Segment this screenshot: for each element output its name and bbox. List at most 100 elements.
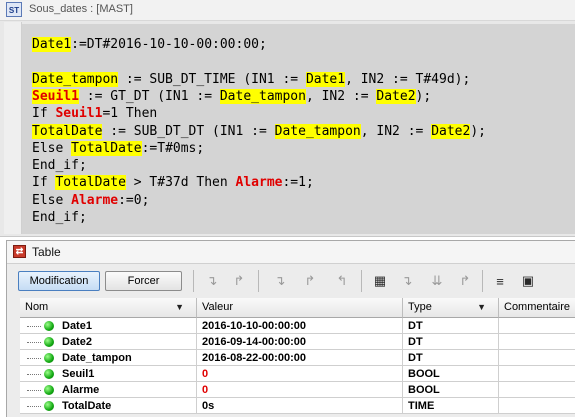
grid-view-icon[interactable]: ▦	[370, 272, 390, 290]
table-window-title: Table	[32, 245, 61, 259]
green-status-icon	[44, 321, 54, 331]
table-row[interactable]: Date2 2016-09-14-00:00:00 DT	[0, 334, 575, 350]
tree-branch	[27, 326, 41, 328]
variable-name-cell[interactable]: Date2	[20, 334, 197, 350]
column-header-commentaire[interactable]: Commentaire	[499, 298, 575, 318]
variable-table: Nom ▼ Valeur Type ▼ Commentaire Date1 201…	[0, 298, 575, 416]
column-header-valeur-label: Valeur	[202, 301, 233, 313]
column-header-type-label: Type	[408, 301, 432, 313]
code-variable-token: Date_tampon	[219, 88, 306, 104]
code-line[interactable]: End_if;	[32, 157, 87, 174]
code-text-token: := SUB_DT_DT (IN1 :=	[102, 123, 275, 139]
code-variable-token: TotalDate	[32, 123, 103, 139]
table-row[interactable]: Date_tampon 2016-08-22-00:00:00 DT	[0, 350, 575, 366]
variable-comment-cell[interactable]	[499, 318, 575, 334]
forced-bits-icon[interactable]: ⇊	[427, 272, 447, 290]
forcer-button[interactable]: Forcer	[105, 271, 182, 291]
unforce-icon[interactable]: ↰	[332, 272, 352, 290]
column-header-valeur[interactable]: Valeur	[197, 298, 403, 318]
variable-value-cell[interactable]: 2016-08-22-00:00:00	[197, 350, 403, 366]
tree-branch	[27, 374, 41, 376]
table-row[interactable]: Date1 2016-10-10-00:00:00 DT	[0, 318, 575, 334]
code-text-token: :=DT#2016-10-10-00:00:00;	[71, 37, 267, 52]
variable-name-cell[interactable]: Alarme	[20, 382, 197, 398]
variable-name-cell[interactable]: Date1	[20, 318, 197, 334]
variable-value-cell[interactable]: 0	[197, 382, 403, 398]
force-all-icon[interactable]: ↴	[397, 272, 417, 290]
code-area[interactable]: Date1:=DT#2016-10-10-00:00:00; Date_tampo…	[22, 24, 575, 234]
code-line[interactable]: Date_tampon := SUB_DT_TIME (IN1 := Date1…	[32, 71, 470, 88]
column-header-nom-label: Nom	[25, 301, 49, 313]
variable-type-cell: BOOL	[403, 366, 499, 382]
code-variable-token: TotalDate	[71, 140, 142, 156]
code-text-token: Else	[32, 192, 72, 208]
code-text-token: :=1;	[282, 175, 314, 191]
code-text-token: :=0;	[118, 192, 150, 208]
code-text-token: If	[32, 106, 56, 122]
code-text-token: , IN2 :=	[305, 88, 377, 104]
variable-name: TotalDate	[62, 400, 112, 412]
green-status-icon	[44, 353, 54, 363]
variable-name-cell[interactable]: TotalDate	[20, 398, 197, 414]
variable-type-cell: DT	[403, 334, 499, 350]
table-row[interactable]: TotalDate 0s TIME	[0, 398, 575, 414]
variable-value-cell[interactable]: 2016-10-10-00:00:00	[197, 318, 403, 334]
set-to-one-icon[interactable]: ↱	[300, 272, 320, 290]
unforce-all-icon[interactable]: ↱	[455, 272, 475, 290]
code-text-token: > T#37d Then	[125, 175, 236, 191]
code-text-token: Else	[32, 140, 72, 156]
variable-comment-cell[interactable]	[499, 350, 575, 366]
variable-name-cell[interactable]: Date_tampon	[20, 350, 197, 366]
variable-name: Alarme	[62, 384, 100, 396]
table-title-bar: ⇄ Table	[7, 241, 575, 264]
force-to-one-icon[interactable]: ↱	[229, 272, 249, 290]
code-text-token: := GT_DT (IN1 :=	[78, 88, 220, 104]
sort-down-icon[interactable]: ▼	[477, 298, 486, 317]
variable-value-cell[interactable]: 0	[197, 366, 403, 382]
variable-value-cell[interactable]: 0s	[197, 398, 403, 414]
column-header-commentaire-label: Commentaire	[504, 301, 571, 313]
animation-table-icon: ⇄	[13, 245, 26, 258]
modification-button[interactable]: Modification	[18, 271, 100, 291]
code-text-token: );	[470, 123, 486, 139]
sort-down-icon[interactable]: ▼	[175, 298, 184, 317]
code-variable-token: Seuil1	[32, 88, 79, 104]
table-row[interactable]: Seuil1 0 BOOL	[0, 366, 575, 382]
code-line[interactable]: Seuil1 := GT_DT (IN1 := Date_tampon, IN2…	[32, 88, 431, 105]
code-text-token: End_if;	[32, 210, 87, 225]
variable-value-cell[interactable]: 2016-09-14-00:00:00	[197, 334, 403, 350]
force-to-zero-icon[interactable]: ↴	[202, 272, 222, 290]
code-line[interactable]: Else TotalDate:=T#0ms;	[32, 140, 204, 157]
tree-branch	[27, 390, 41, 392]
toolbar-separator	[193, 270, 194, 292]
toolbar-separator	[482, 270, 483, 292]
code-line[interactable]: Else Alarme:=0;	[32, 192, 149, 209]
green-status-icon	[44, 401, 54, 411]
table-row[interactable]: Alarme 0 BOOL	[0, 382, 575, 398]
code-line[interactable]: End_if;	[32, 209, 87, 226]
code-line[interactable]: If TotalDate > T#37d Then Alarme:=1;	[32, 174, 314, 191]
code-variable-token: Alarme	[235, 175, 283, 191]
variable-comment-cell[interactable]	[499, 382, 575, 398]
code-variable-token: Date2	[431, 123, 471, 139]
variable-name-cell[interactable]: Seuil1	[20, 366, 197, 382]
variable-type-cell: TIME	[403, 398, 499, 414]
code-variable-token: Alarme	[71, 192, 119, 208]
variable-comment-cell[interactable]	[499, 398, 575, 414]
set-to-zero-icon[interactable]: ↴	[270, 272, 290, 290]
realtime-icon[interactable]: ▣	[518, 272, 538, 290]
variable-type-cell: DT	[403, 318, 499, 334]
st-section-icon: ST	[6, 2, 22, 17]
code-line[interactable]: TotalDate := SUB_DT_DT (IN1 := Date_tamp…	[32, 123, 486, 140]
variable-name: Date_tampon	[62, 352, 132, 364]
chart-view-icon[interactable]: ≡	[490, 272, 510, 290]
variable-comment-cell[interactable]	[499, 334, 575, 350]
column-header-nom[interactable]: Nom ▼	[20, 298, 197, 318]
toolbar-separator	[361, 270, 362, 292]
code-variable-token: Seuil1	[55, 106, 103, 122]
column-header-type[interactable]: Type ▼	[403, 298, 499, 318]
editor-title-bar: ST Sous_dates : [MAST]	[0, 0, 575, 21]
code-line[interactable]: Date1:=DT#2016-10-10-00:00:00;	[32, 36, 267, 53]
code-line[interactable]: If Seuil1=1 Then	[32, 105, 157, 122]
variable-comment-cell[interactable]	[499, 366, 575, 382]
